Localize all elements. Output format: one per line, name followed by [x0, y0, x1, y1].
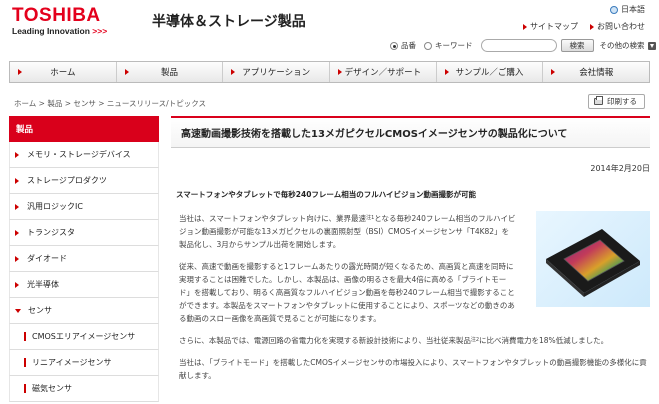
nav-company[interactable]: 会社情報: [543, 62, 649, 82]
logo-tagline: Leading Innovation >>>: [12, 26, 107, 36]
print-button[interactable]: 印刷する: [588, 94, 645, 109]
arrow-right-icon: [444, 69, 449, 75]
bullet-bar-icon: [24, 358, 26, 367]
arrow-right-icon: [15, 177, 19, 184]
nav-applications[interactable]: アプリケーション: [223, 62, 331, 82]
arrow-right-icon: [231, 69, 236, 75]
sidebar-subitem-linear[interactable]: リニアイメージセンサ: [9, 350, 159, 376]
sidebar-item-storage[interactable]: ストレージプロダクツ: [9, 168, 159, 194]
nav-design-support[interactable]: デザイン／サポート: [330, 62, 437, 82]
arrow-right-icon: [18, 69, 22, 75]
logo-tag-text: Leading Innovation: [12, 26, 90, 36]
arrow-right-icon: [338, 69, 343, 75]
logo-brand: TOSHIBA: [12, 5, 101, 26]
bullet-bar-icon: [24, 384, 26, 393]
arrow-right-icon: [523, 23, 527, 30]
sidebar-item-logic-ic[interactable]: 汎用ロジックIC: [9, 194, 159, 220]
sidebar-item-memory[interactable]: メモリ・ストレージデバイス: [9, 142, 159, 168]
breadcrumb[interactable]: ホーム > 製品 > センサ > ニュースリリース/トピックス: [14, 98, 206, 109]
radio-selected-icon: [390, 42, 398, 50]
search-option-partno[interactable]: 品番: [390, 40, 416, 51]
nav-products[interactable]: 製品: [117, 62, 224, 82]
main-nav: ホーム 製品 アプリケーション デザイン／サポート サンプル／ご購入 会社情報: [9, 61, 650, 83]
search-button[interactable]: 検索: [560, 39, 594, 52]
search-option-keyword[interactable]: キーワード: [424, 40, 473, 51]
sidebar-subitem-magnetic[interactable]: 磁気センサ: [9, 376, 159, 402]
arrow-right-icon: [15, 203, 19, 210]
cmos-sensor-icon: [546, 229, 640, 297]
sidebar-subitem-cmos[interactable]: CMOSエリアイメージセンサ: [9, 324, 159, 350]
top-links: 日本語 サイトマップ お問い合わせ: [523, 4, 645, 38]
sidebar-title[interactable]: 製品: [9, 116, 159, 142]
globe-icon: [610, 5, 618, 14]
language-selector[interactable]: 日本語: [610, 4, 645, 15]
paragraph-1: 当社は、スマートフォンやタブレット向けに、業界最速注1となる毎秒240フレーム相…: [179, 214, 516, 249]
toshiba-logo[interactable]: TOSHIBA Leading Innovation >>>: [12, 6, 107, 36]
nav-sample-purchase[interactable]: サンプル／ご購入: [437, 62, 544, 82]
article-subheading: スマートフォンやタブレットで毎秒240フレーム相当のフルハイビジョン動画撮影が可…: [176, 190, 477, 199]
sidebar-item-diode[interactable]: ダイオード: [9, 246, 159, 272]
paragraph-4: 当社は、「ブライトモード」を搭載したCMOSイメージセンサの市場投入により、スマ…: [179, 358, 647, 380]
search-input[interactable]: [480, 39, 557, 52]
article-date: 2014年2月20日: [590, 164, 650, 173]
nav-home[interactable]: ホーム: [10, 62, 117, 82]
arrow-right-icon: [124, 69, 129, 75]
radio-icon: [424, 42, 432, 50]
sitemap-link[interactable]: サイトマップ: [523, 21, 578, 32]
arrow-right-icon: [551, 69, 556, 75]
paragraph-3: さらに、本製品では、電源回路の省電力化を実現する新設計技術により、当社従来製品注…: [179, 336, 609, 345]
sidebar-item-sensor[interactable]: センサ: [9, 298, 159, 324]
arrow-right-icon: [15, 281, 19, 288]
arrow-right-icon: [590, 23, 594, 30]
main-content: 高速動画撮影技術を搭載した13メガピクセルCMOSイメージセンサの製品化について…: [171, 116, 650, 382]
logo-tag-marks: >>>: [92, 26, 108, 36]
arrow-right-icon: [15, 255, 19, 262]
sidebar-item-optical[interactable]: 光半導体: [9, 272, 159, 298]
chevron-down-icon: [647, 41, 656, 50]
sensor-image: [536, 211, 650, 307]
chevron-down-icon: [15, 308, 21, 313]
sidebar: 製品 メモリ・ストレージデバイス ストレージプロダクツ 汎用ロジックIC トラン…: [9, 116, 159, 402]
language-label: 日本語: [621, 5, 645, 14]
other-search-link[interactable]: その他の検索: [600, 40, 656, 51]
search-bar: 品番 キーワード 検索 その他の検索: [390, 39, 656, 52]
article-title: 高速動画撮影技術を搭載した13メガピクセルCMOSイメージセンサの製品化について: [171, 116, 650, 148]
article-body: 当社は、スマートフォンやタブレット向けに、業界最速注1となる毎秒240フレーム相…: [171, 211, 650, 382]
arrow-right-icon: [15, 229, 19, 236]
printer-icon: [594, 96, 603, 105]
contact-link[interactable]: お問い合わせ: [590, 21, 645, 32]
sidebar-item-transistor[interactable]: トランジスタ: [9, 220, 159, 246]
paragraph-2: 従来、高速で動画を撮影すると1フレームあたりの露光時間が短くなるため、高画質と高…: [179, 262, 515, 323]
site-title: 半導体＆ストレージ製品: [152, 14, 306, 30]
bullet-bar-icon: [24, 332, 26, 341]
arrow-right-icon: [15, 151, 19, 158]
